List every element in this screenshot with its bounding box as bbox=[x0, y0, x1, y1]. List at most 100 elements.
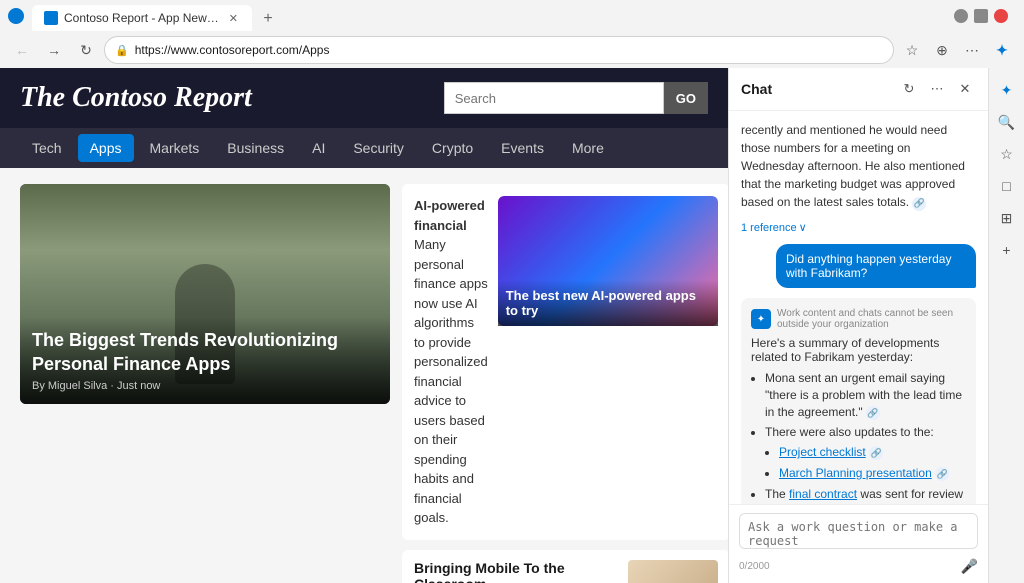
site-nav: Tech Apps Markets Business AI Security C… bbox=[0, 128, 728, 168]
featured-right: AI-powered financial Many personal finan… bbox=[402, 184, 728, 583]
references-row-1[interactable]: 1 reference ∨ bbox=[741, 221, 976, 234]
chat-input-area: 0/2000 🎤 bbox=[729, 504, 988, 583]
close-button[interactable] bbox=[994, 9, 1008, 23]
ai-sub-bullet-1: Project checklist 🔗 bbox=[779, 444, 966, 461]
browser-logo bbox=[8, 8, 24, 24]
search-input[interactable] bbox=[444, 82, 664, 114]
copilot-icon[interactable]: ✦ bbox=[988, 36, 1016, 64]
nav-item-ai[interactable]: AI bbox=[300, 134, 337, 162]
sidebar-copilot-icon[interactable]: ✦ bbox=[993, 76, 1021, 104]
bullet1-ref[interactable]: 🔗 bbox=[866, 406, 880, 420]
search-button[interactable]: GO bbox=[664, 82, 708, 114]
nav-item-apps[interactable]: Apps bbox=[78, 134, 134, 162]
nav-item-events[interactable]: Events bbox=[489, 134, 556, 162]
ai-image: The best new AI-powered apps to try bbox=[498, 196, 718, 326]
sidebar-favorites-icon[interactable]: ☆ bbox=[993, 140, 1021, 168]
new-tab-button[interactable]: + bbox=[254, 5, 282, 33]
ai-sub-list: Project checklist 🔗 March Planning prese… bbox=[765, 444, 966, 482]
ai-image-caption: The best new AI-powered apps to try bbox=[506, 288, 710, 318]
title-bar-left bbox=[8, 8, 24, 24]
title-bar: Contoso Report - App News and Upd... ✕ + bbox=[0, 0, 1024, 32]
nav-item-tech[interactable]: Tech bbox=[20, 134, 74, 162]
bottom-article-text: Bringing Mobile To the Classroom A new e… bbox=[414, 560, 616, 583]
minimize-button[interactable] bbox=[954, 9, 968, 23]
chat-context-text: recently and mentioned he would need tho… bbox=[741, 121, 976, 211]
nav-bar: ← → ↻ 🔒 https://www.contosoreport.com/Ap… bbox=[0, 32, 1024, 68]
ai-response-bubble: ✦ Work content and chats cannot be seen … bbox=[741, 298, 976, 504]
nav-item-more[interactable]: More bbox=[560, 134, 616, 162]
chat-refresh-icon[interactable]: ↻ bbox=[898, 78, 920, 100]
chat-panel: Chat ↻ ⋯ ✕ recently and mentioned he wou… bbox=[728, 68, 988, 583]
char-count: 0/2000 bbox=[739, 561, 770, 572]
chat-more-icon[interactable]: ⋯ bbox=[926, 78, 948, 100]
refresh-button[interactable]: ↻ bbox=[72, 36, 100, 64]
featured-left-meta: By Miguel Silva · Just now bbox=[32, 380, 378, 392]
project-checklist-link[interactable]: Project checklist bbox=[779, 445, 866, 459]
sidebar-search-icon[interactable]: 🔍 bbox=[993, 108, 1021, 136]
sidebar-add-icon[interactable]: + bbox=[993, 236, 1021, 264]
nav-item-business[interactable]: Business bbox=[215, 134, 296, 162]
chat-input[interactable] bbox=[739, 513, 978, 549]
chat-title: Chat bbox=[741, 81, 772, 97]
tab-favicon bbox=[44, 11, 58, 25]
ai-sub-bullet-2: March Planning presentation 🔗 bbox=[779, 465, 966, 482]
chat-input-footer: 0/2000 🎤 bbox=[739, 558, 978, 575]
featured-grid: The Biggest Trends Revolutionizing Perso… bbox=[20, 184, 708, 583]
sidebar-history-icon[interactable]: ⊞ bbox=[993, 204, 1021, 232]
url-bar[interactable]: 🔒 https://www.contosoreport.com/Apps bbox=[104, 36, 894, 64]
featured-left-article[interactable]: The Biggest Trends Revolutionizing Perso… bbox=[20, 184, 390, 404]
site-title: The Contoso Report bbox=[20, 82, 252, 114]
ai-bullet-2: There were also updates to the: Project … bbox=[765, 424, 966, 481]
ai-bullet-3: The final contract was sent for review bbox=[765, 486, 966, 503]
ai-image-overlay: The best new AI-powered apps to try bbox=[498, 280, 718, 326]
ai-bubble-header: ✦ Work content and chats cannot be seen … bbox=[751, 308, 966, 330]
chat-close-icon[interactable]: ✕ bbox=[954, 78, 976, 100]
final-contract-link[interactable]: final contract bbox=[789, 487, 857, 501]
tab-close-button[interactable]: ✕ bbox=[227, 10, 240, 27]
sidebar-collections-icon[interactable]: □ bbox=[993, 172, 1021, 200]
user-message-bubble: Did anything happen yesterday with Fabri… bbox=[776, 244, 976, 288]
featured-right-bottom[interactable]: Bringing Mobile To the Classroom A new e… bbox=[402, 550, 728, 583]
ai-response-intro: Here's a summary of developments related… bbox=[751, 336, 966, 364]
sub2-ref[interactable]: 🔗 bbox=[935, 467, 949, 481]
chat-header-icons: ↻ ⋯ ✕ bbox=[898, 78, 976, 100]
mic-icon[interactable]: 🎤 bbox=[961, 558, 978, 575]
ai-bullet-1: Mona sent an urgent email saying "there … bbox=[765, 370, 966, 420]
right-sidebar: ✦ 🔍 ☆ □ ⊞ + bbox=[988, 68, 1024, 583]
more-icon[interactable]: ⋯ bbox=[958, 36, 986, 64]
url-text: https://www.contosoreport.com/Apps bbox=[135, 43, 883, 57]
ai-bullet-list: Mona sent an urgent email saying "there … bbox=[751, 370, 966, 503]
tab-title: Contoso Report - App News and Upd... bbox=[64, 11, 221, 25]
march-planning-link[interactable]: March Planning presentation bbox=[779, 466, 932, 480]
site-header: The Contoso Report GO bbox=[0, 68, 728, 128]
back-button[interactable]: ← bbox=[8, 36, 36, 64]
ai-apps-image[interactable]: The best new AI-powered apps to try bbox=[498, 196, 718, 528]
ai-article-text: AI-powered financial Many personal finan… bbox=[414, 196, 488, 528]
nav-right-icons: ☆ ⊕ ⋯ ✦ bbox=[898, 36, 1016, 64]
ai-bubble-note: Work content and chats cannot be seen ou… bbox=[777, 308, 966, 330]
active-tab[interactable]: Contoso Report - App News and Upd... ✕ bbox=[32, 5, 252, 31]
featured-left-overlay: The Biggest Trends Revolutionizing Perso… bbox=[20, 317, 390, 404]
maximize-button[interactable] bbox=[974, 9, 988, 23]
bottom-article-title: Bringing Mobile To the Classroom bbox=[414, 560, 616, 583]
sub1-ref[interactable]: 🔗 bbox=[869, 446, 883, 460]
main-area: The Contoso Report GO Tech Apps Markets … bbox=[0, 68, 1024, 583]
nav-item-markets[interactable]: Markets bbox=[138, 134, 212, 162]
collections-icon[interactable]: ⊕ bbox=[928, 36, 956, 64]
forward-button[interactable]: → bbox=[40, 36, 68, 64]
ai-copilot-icon: ✦ bbox=[751, 309, 771, 329]
favorites-icon[interactable]: ☆ bbox=[898, 36, 926, 64]
featured-left-title: The Biggest Trends Revolutionizing Perso… bbox=[32, 329, 378, 376]
webpage: The Contoso Report GO Tech Apps Markets … bbox=[0, 68, 728, 583]
search-bar: GO bbox=[444, 82, 708, 114]
nav-item-crypto[interactable]: Crypto bbox=[420, 134, 485, 162]
context-ref-num[interactable]: 🔗 bbox=[912, 197, 926, 211]
page-content: The Biggest Trends Revolutionizing Perso… bbox=[0, 168, 728, 583]
bottom-article-image bbox=[628, 560, 718, 583]
nav-item-security[interactable]: Security bbox=[341, 134, 416, 162]
featured-right-top: AI-powered financial Many personal finan… bbox=[402, 184, 728, 540]
chat-body: recently and mentioned he would need tho… bbox=[729, 111, 988, 504]
ai-article-title: AI-powered financial bbox=[414, 198, 485, 233]
chat-header: Chat ↻ ⋯ ✕ bbox=[729, 68, 988, 111]
ai-article-body: Many personal finance apps now use AI al… bbox=[414, 237, 488, 525]
